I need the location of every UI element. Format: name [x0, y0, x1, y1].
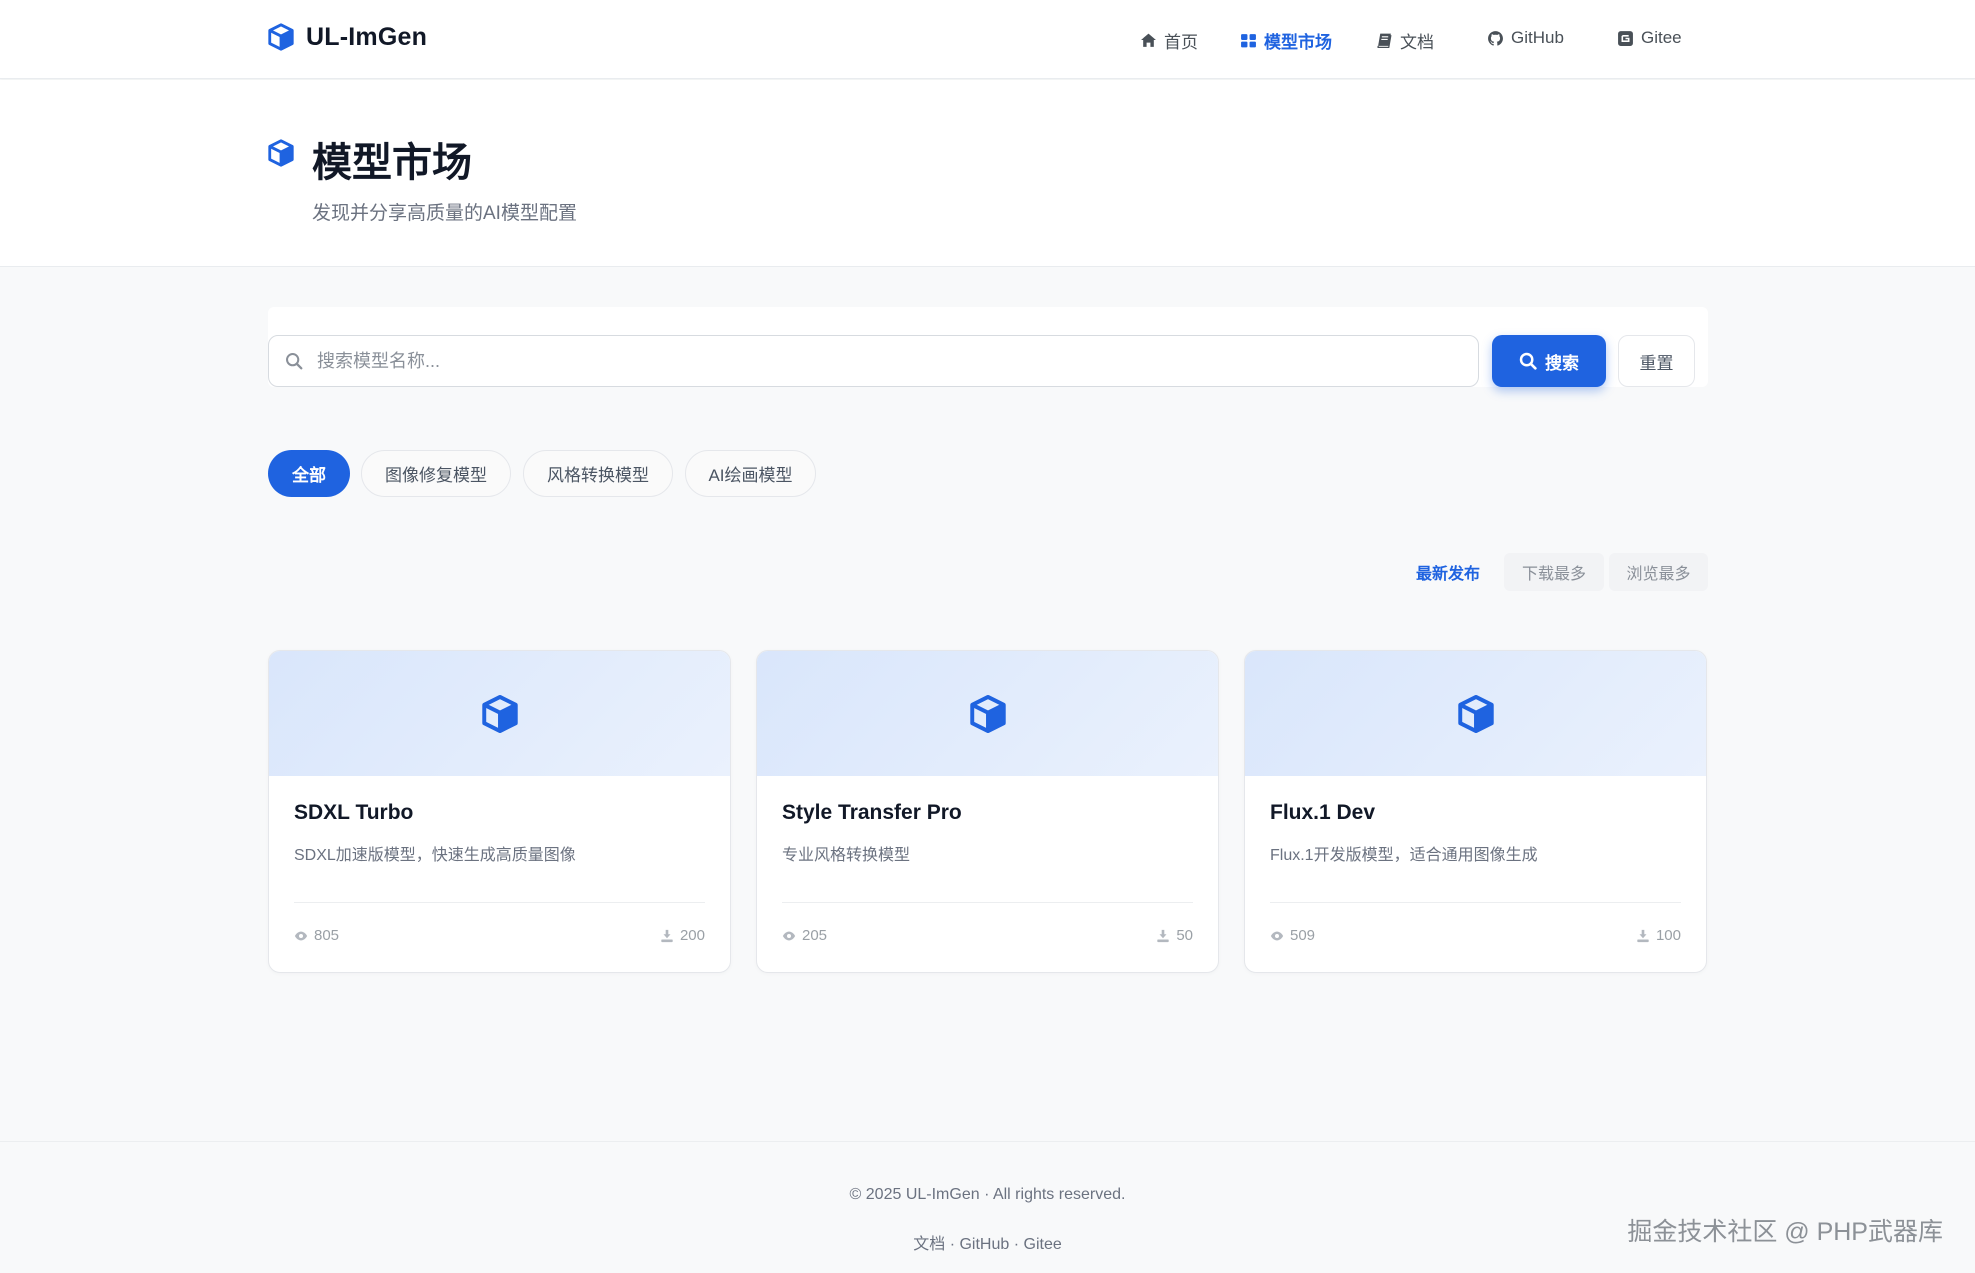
category-style-transfer[interactable]: 风格转换模型 — [523, 450, 673, 497]
nav-docs[interactable]: 文档 — [1376, 28, 1434, 53]
card-divider — [1270, 902, 1681, 903]
search-input[interactable] — [317, 350, 1417, 372]
model-card[interactable]: Style Transfer Pro 专业风格转换模型 205 50 — [756, 650, 1219, 973]
home-icon — [1141, 33, 1156, 47]
category-image-restoration[interactable]: 图像修复模型 — [361, 450, 511, 497]
nav-model-market[interactable]: 模型市场 — [1240, 28, 1332, 53]
model-name: Flux.1 Dev — [1270, 801, 1376, 824]
watermark: 掘金技术社区 @ PHP武器库 — [1627, 1218, 1943, 1246]
search-icon — [286, 353, 303, 370]
footer-link-gitee[interactable]: Gitee — [1024, 1236, 1062, 1253]
reset-button[interactable]: 重置 — [1618, 335, 1695, 387]
page-title: 模型市场 — [312, 141, 472, 185]
download-count-value: 200 — [679, 927, 705, 944]
category-all[interactable]: 全部 — [268, 450, 350, 497]
sort-newest[interactable]: 最新发布 — [1404, 553, 1492, 591]
download-count-value: 50 — [1176, 927, 1193, 944]
nav-gitee-label: Gitee — [1641, 28, 1682, 47]
eye-icon — [1270, 931, 1284, 940]
model-description: Flux.1开发版模型，适合通用图像生成 — [1270, 847, 1538, 864]
cube-icon — [1457, 694, 1494, 733]
search-field[interactable] — [268, 335, 1479, 387]
sort-most-viewed[interactable]: 浏览最多 — [1609, 553, 1708, 591]
cube-icon — [268, 23, 294, 51]
model-thumbnail — [269, 651, 730, 776]
view-count: 805 — [294, 927, 339, 944]
view-count: 205 — [782, 927, 827, 944]
github-icon — [1488, 30, 1503, 46]
model-card[interactable]: SDXL Turbo SDXL加速版模型，快速生成高质量图像 805 200 — [268, 650, 731, 973]
eye-icon — [294, 931, 308, 940]
grid-icon — [1241, 34, 1256, 48]
model-card[interactable]: Flux.1 Dev Flux.1开发版模型，适合通用图像生成 509 100 — [1244, 650, 1707, 973]
search-button-label: 搜索 — [1545, 353, 1579, 373]
nav-home-label: 首页 — [1164, 33, 1198, 52]
page-subtitle: 发现并分享高质量的AI模型配置 — [312, 203, 577, 224]
cube-icon — [268, 139, 294, 167]
download-count: 200 — [660, 927, 705, 944]
view-count-value: 205 — [802, 927, 828, 944]
top-navbar: UL-ImGen 首页 模型市场 文档 GitHub Gitee — [0, 0, 1975, 79]
view-count-value: 509 — [1290, 927, 1316, 944]
brand[interactable]: UL-ImGen — [266, 22, 427, 52]
view-count-value: 805 — [314, 927, 340, 944]
cube-icon — [481, 694, 518, 733]
download-count: 100 — [1636, 927, 1681, 944]
view-count: 509 — [1270, 927, 1315, 944]
footer: © 2025 UL-ImGen · All rights reserved. 文… — [0, 1141, 1975, 1273]
model-description: 专业风格转换模型 — [782, 847, 911, 864]
download-icon — [661, 929, 673, 942]
nav-docs-label: 文档 — [1400, 33, 1434, 52]
search-icon — [1519, 352, 1537, 370]
footer-separator: · — [945, 1236, 960, 1253]
model-description: SDXL加速版模型，快速生成高质量图像 — [294, 847, 576, 864]
card-divider — [294, 902, 705, 903]
nav-home[interactable]: 首页 — [1140, 28, 1198, 53]
nav-model-market-label: 模型市场 — [1264, 33, 1332, 52]
card-divider — [782, 902, 1193, 903]
download-count-value: 100 — [1655, 927, 1681, 944]
book-icon — [1377, 33, 1392, 49]
gitee-icon — [1618, 30, 1633, 46]
model-thumbnail — [1245, 651, 1706, 776]
search-button[interactable]: 搜索 — [1492, 335, 1606, 387]
nav-gitee[interactable]: Gitee — [1617, 28, 1682, 48]
footer-separator: · — [1009, 1236, 1024, 1253]
cube-icon — [969, 694, 1006, 733]
download-icon — [1157, 929, 1169, 942]
page-header: 模型市场 发现并分享高质量的AI模型配置 — [0, 80, 1975, 267]
model-thumbnail — [757, 651, 1218, 776]
eye-icon — [782, 931, 796, 940]
footer-link-github[interactable]: GitHub — [959, 1236, 1009, 1253]
footer-link-docs[interactable]: 文档 — [913, 1236, 945, 1253]
download-icon — [1637, 929, 1649, 942]
nav-github[interactable]: GitHub — [1487, 28, 1564, 48]
brand-name: UL-ImGen — [306, 22, 428, 51]
sort-most-downloaded[interactable]: 下载最多 — [1504, 553, 1604, 591]
nav-github-label: GitHub — [1511, 28, 1564, 47]
model-name: SDXL Turbo — [294, 801, 414, 824]
download-count: 50 — [1156, 927, 1193, 944]
copyright-text: © 2025 UL-ImGen · All rights reserved. — [849, 1186, 1126, 1203]
model-name: Style Transfer Pro — [782, 801, 962, 824]
category-ai-painting[interactable]: AI绘画模型 — [685, 450, 816, 497]
